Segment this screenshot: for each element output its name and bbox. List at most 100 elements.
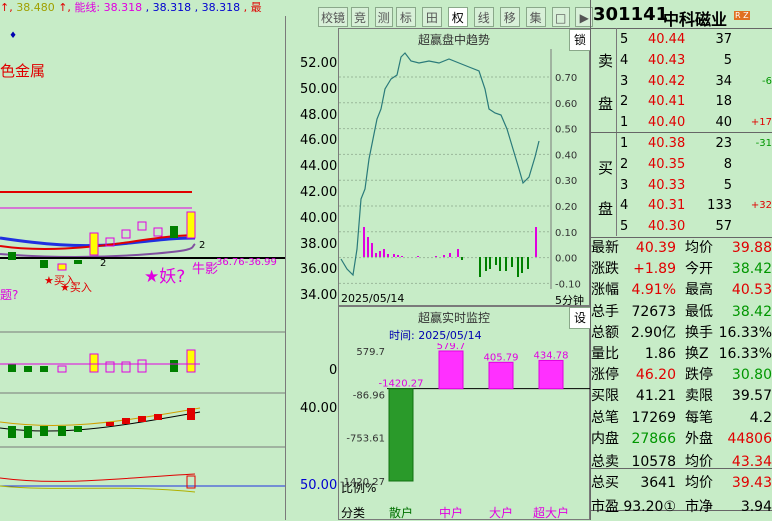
stat-row: 总额 2.90亿 换手 16.33% — [591, 323, 772, 344]
stat-value: 93.20① — [623, 499, 676, 516]
level: 3 — [620, 177, 629, 193]
volume-bars — [0, 349, 200, 373]
settings-button[interactable]: 设 — [569, 307, 591, 329]
level: 2 — [620, 156, 629, 172]
order-change: +17 — [750, 117, 772, 129]
toolbar-button-9[interactable]: □ — [551, 7, 570, 27]
order-volume: 133 — [707, 198, 732, 214]
toolbar-button-0[interactable]: 校镜 — [318, 7, 348, 27]
stat-label: 跌停 — [685, 367, 713, 384]
trend-panel: 超赢盘中趋势 锁 0.70 0.60 0.50 0.40 0.30 0.20 0.10 0.0… — [338, 28, 591, 307]
order-change: -6 — [762, 75, 772, 87]
orderbook-row[interactable]: 3 40.33 5 — [592, 176, 772, 196]
monitor-bar-value: 579.7 — [437, 343, 466, 352]
stat-value: 16.33% — [718, 346, 772, 362]
monitor-bar-label: 散户 — [389, 505, 413, 519]
trend-tick: 0.40 — [555, 150, 577, 161]
level: 4 — [620, 52, 629, 68]
order-price: 40.43 — [648, 52, 686, 68]
toolbar-button-1[interactable]: 竞 — [351, 7, 370, 27]
stat-value: 17269 — [631, 409, 676, 426]
stock-code: 301141 — [593, 4, 669, 25]
stat-label: 量比 — [591, 346, 619, 362]
ratio-axis-value: 50.00 — [300, 478, 338, 493]
order-volume: 18 — [715, 94, 732, 110]
stat-value: 3641 — [640, 475, 676, 492]
stat-value: 4.2 — [749, 409, 772, 426]
marker-2a: 2 — [199, 240, 206, 251]
order-volume: 34 — [715, 73, 732, 89]
stat-label: 市盈 — [591, 499, 619, 516]
energy-label: 能线: — [74, 1, 101, 14]
stat-label: 换手 — [685, 324, 713, 341]
stat-value: +1.89 — [633, 261, 676, 278]
toolbar-button-7[interactable]: 移 — [499, 7, 520, 27]
toolbar-button-5[interactable]: 权 — [447, 7, 468, 27]
orderbook-row[interactable]: 2 40.35 8 — [592, 155, 772, 175]
stat-value: 39.43 — [731, 475, 772, 492]
price-tick: 44.00 — [300, 159, 338, 175]
orderbook-row[interactable]: 2 40.41 18 — [592, 92, 772, 112]
monitor-bar-label: 中户 — [439, 505, 463, 519]
order-volume: 8 — [723, 156, 732, 172]
trend-chart: 0.70 0.60 0.50 0.40 0.30 0.20 0.10 0.00 -0.10 — [339, 49, 581, 289]
stat-value: 44806 — [727, 430, 772, 447]
stat-value: 10578 — [631, 454, 676, 470]
stat-label: 市净 — [685, 499, 713, 516]
orderbook-row[interactable]: 3 40.42 34 -6 — [592, 72, 772, 92]
monitor-bar-0 — [388, 388, 414, 482]
monitor-chart: 579.7 -86.96 -753.61 -1420.27 -1420.27 散户 579.… — [340, 343, 591, 519]
lock-button[interactable]: 锁 — [569, 29, 591, 51]
stat-label: 总笔 — [591, 409, 619, 426]
level: 1 — [620, 136, 629, 151]
stat-label: 内盘 — [591, 430, 619, 447]
trend-tick: 0.10 — [555, 228, 577, 239]
stat-label: 最低 — [685, 303, 713, 320]
orderbook-row[interactable]: 1 40.38 23 -31 — [592, 134, 772, 154]
order-volume: 23 — [715, 136, 732, 151]
monitor-axis-tick: -86.96 — [353, 390, 385, 401]
ma-prefix-1: ↑, — [0, 1, 13, 14]
demon-annotation: ★妖? — [144, 267, 186, 287]
stat-value: 3.94 — [740, 499, 772, 516]
stat-label: 涨跌 — [591, 261, 619, 278]
monitor-bar-label: 大户 — [489, 505, 513, 519]
buy-annotation-2: ★买入 — [60, 281, 92, 294]
monitor-bar-value: 434.78 — [534, 350, 569, 361]
orderbook-row[interactable]: 4 40.43 5 — [592, 51, 772, 71]
stat-label: 总卖 — [591, 454, 619, 470]
monitor-time: 时间: 2025/05/14 — [389, 329, 482, 342]
ma-prefix-2: ↑, — [58, 1, 71, 14]
monitor-bar-value: 405.79 — [484, 352, 519, 363]
order-volume: 5 — [723, 52, 732, 68]
order-price: 40.44 — [648, 32, 686, 47]
toolbar-button-8[interactable]: 集 — [525, 7, 546, 27]
ma-value-3: 38.318 — [201, 1, 241, 14]
order-volume: 37 — [715, 32, 732, 47]
monitor-bar-3 — [538, 359, 564, 390]
monitor-bar-label: 超大户 — [533, 505, 569, 519]
stat-row: 买限 41.21 卖限 39.57 — [591, 386, 772, 407]
orderbook-row[interactable]: 5 40.44 37 — [592, 30, 772, 50]
orderbook-row[interactable]: 1 40.40 40 +17 — [592, 113, 772, 133]
trend-tick: 0.50 — [555, 125, 577, 136]
stat-value: 38.42 — [731, 261, 772, 278]
stat-row: 涨幅 4.91% 最高 40.53 — [591, 280, 772, 301]
stat-row: 总手 72673 最低 38.42 — [591, 302, 772, 323]
toolbar-button-2[interactable]: 测 — [374, 7, 393, 27]
stat-label: 换Z — [685, 346, 709, 362]
orderbook-row[interactable]: 5 40.30 57 — [592, 217, 772, 237]
monitor-bar-value: -1420.27 — [379, 379, 424, 390]
toolbar-button-3[interactable]: 标 — [395, 7, 416, 27]
stat-value: 2.90亿 — [630, 324, 676, 341]
stat-value: 41.21 — [635, 388, 676, 405]
toolbar-button-6[interactable]: 线 — [473, 7, 494, 27]
toolbar: 校镜竞测标田权线移集 □ ▶ — [318, 0, 594, 30]
ma-value-1: 38.480 — [16, 1, 55, 14]
stat-label: 外盘 — [685, 430, 713, 447]
toolbar-button-4[interactable]: 田 — [421, 7, 442, 27]
marker-2b: 2 — [100, 258, 107, 269]
macd-bars — [0, 407, 201, 438]
orderbook-row[interactable]: 4 40.31 133 +32 — [592, 196, 772, 216]
stat-label: 总额 — [591, 324, 619, 341]
